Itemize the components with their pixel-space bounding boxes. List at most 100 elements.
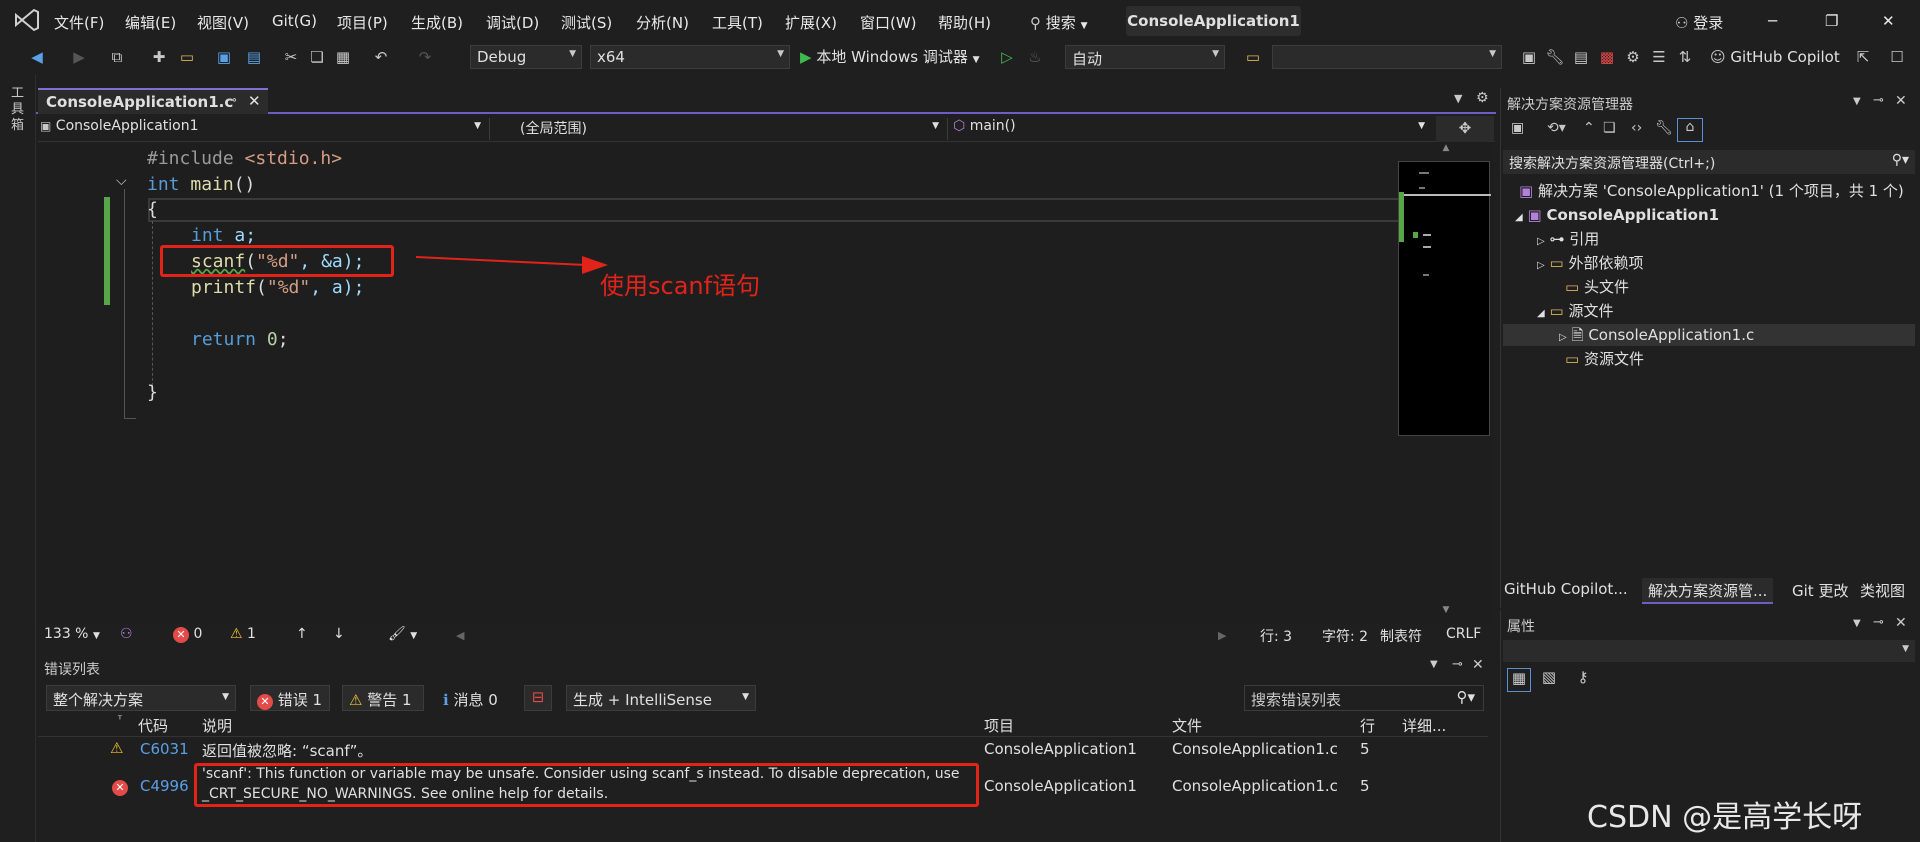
panel-icon[interactable]: ▤ [1570, 46, 1592, 68]
categorized-icon[interactable]: ▦ [1507, 668, 1531, 692]
share-icon[interactable]: ⇱ [1852, 46, 1874, 68]
header-line[interactable]: 行 [1360, 715, 1375, 736]
menu-analyze[interactable]: 分析(N) [636, 12, 689, 33]
split-editor-icon[interactable]: ✥ [1436, 116, 1494, 142]
configuration-select[interactable]: Debug ▼ [470, 45, 582, 69]
health-icon[interactable]: ⚇ [120, 626, 133, 642]
scroll-left-icon[interactable]: ◀ [456, 629, 464, 642]
paste-icon[interactable]: ▦ [332, 46, 354, 68]
project-dropdown[interactable]: ▣ ConsoleApplication1 ▼ [40, 118, 490, 140]
scroll-down-icon[interactable]: ▼ [1398, 605, 1494, 619]
history-icon[interactable]: ⟲▾ [1547, 120, 1566, 136]
tab-overflow-icon[interactable]: ▼ [1454, 92, 1462, 105]
tree-resource-files[interactable]: ▭ 资源文件 [1565, 348, 1644, 370]
menu-file[interactable]: 文件(F) [54, 12, 104, 33]
properties-object-select[interactable]: ▼ [1503, 640, 1915, 662]
start-debugger-button[interactable]: ▶ 本地 Windows 调试器 ▼ [800, 46, 980, 67]
collapse-icon[interactable]: ⌃ [1583, 120, 1595, 136]
messages-filter-button[interactable]: ℹ 消息 0 [436, 685, 520, 711]
tab-class-view[interactable]: 类视图 [1860, 580, 1905, 601]
copy-icon[interactable]: ❏ [306, 46, 328, 68]
menu-help[interactable]: 帮助(H) [938, 12, 991, 33]
redo-icon[interactable]: ↷ [414, 46, 436, 68]
header-file[interactable]: 文件 [1172, 715, 1202, 736]
settings-gear-icon[interactable]: ⚙ [1476, 90, 1489, 106]
next-issue-icon[interactable]: ↓ [333, 626, 345, 642]
row-code[interactable]: C6031 [140, 740, 189, 758]
empty-select[interactable]: ▼ [1272, 45, 1502, 69]
align-icon[interactable]: ☰ [1648, 46, 1670, 68]
search-button[interactable]: ⚲ 搜索 ▼ [1030, 12, 1088, 33]
menu-tools[interactable]: 工具(T) [712, 12, 763, 33]
feedback-icon[interactable]: ☐ [1886, 46, 1908, 68]
alphabetical-icon[interactable]: ▧ [1537, 668, 1561, 692]
table-row[interactable]: ⚠ C6031 返回值被忽略: “scanf”。 ConsoleApplicat… [38, 739, 1488, 761]
eol-indicator[interactable]: CRLF [1446, 626, 1481, 642]
minimap-viewport[interactable] [1398, 161, 1491, 436]
warnings-filter-button[interactable]: ⚠ 警告 1 [342, 685, 424, 711]
editor-minimap[interactable]: ▲ ▼ [1398, 143, 1494, 623]
tree-solution[interactable]: ▣ 解决方案 'ConsoleApplication1' (1 个项目，共 1 … [1519, 180, 1904, 202]
header-project[interactable]: 项目 [984, 715, 1014, 736]
tabs-indicator[interactable]: 制表符 [1380, 626, 1422, 646]
undo-icon[interactable]: ↶ [370, 46, 392, 68]
cut-icon[interactable]: ✂ [280, 46, 302, 68]
sort-icon[interactable]: ⇅ [1674, 46, 1696, 68]
error-search-input[interactable]: 搜索错误列表 ⚲▾ [1244, 685, 1484, 711]
header-description[interactable]: 说明 [202, 715, 232, 736]
tree-references[interactable]: ▷ ⊶ 引用 [1537, 228, 1599, 250]
login-button[interactable]: ⚇ 登录 [1675, 12, 1723, 33]
close-window-button[interactable]: ✕ [1882, 12, 1895, 30]
menu-project[interactable]: 项目(P) [337, 12, 388, 33]
member-dropdown[interactable]: ⬡ main() ▼ [953, 118, 1433, 140]
tree-external-deps[interactable]: ▷ ▭ 外部依赖项 [1537, 252, 1643, 274]
tree-header-files[interactable]: ▭ 头文件 [1565, 276, 1629, 298]
close-icon[interactable]: ✕ [1895, 93, 1907, 109]
header-code[interactable]: 代码 [138, 715, 168, 736]
restore-button[interactable]: ❐ [1825, 12, 1838, 30]
copy-icon[interactable]: ❏ [1603, 120, 1616, 136]
toolbox-tab[interactable]: 工具箱 [11, 86, 27, 134]
wrench-icon[interactable]: 🔧︎ [1655, 120, 1673, 136]
solution-search-input[interactable]: 搜索解决方案资源管理器(Ctrl+;) ⚲▾ [1503, 150, 1915, 174]
open-folder-icon[interactable]: ▭ [176, 46, 198, 68]
menu-build[interactable]: 生成(B) [411, 12, 463, 33]
preview-icon[interactable]: ⌂ [1677, 118, 1703, 142]
menu-git[interactable]: Git(G) [272, 12, 317, 30]
filter-icon[interactable]: ⊟ [524, 685, 552, 711]
user-settings-icon[interactable]: ⚙ [1622, 46, 1644, 68]
close-icon[interactable]: ✕ [1472, 657, 1484, 673]
toolbox-icon[interactable]: ▩ [1596, 46, 1618, 68]
new-item-icon[interactable]: ✚ [148, 46, 170, 68]
hot-reload-icon[interactable]: ♨ [1024, 46, 1046, 68]
tab-git-changes[interactable]: Git 更改 [1792, 580, 1848, 601]
pin-icon[interactable]: ⊸ [1873, 93, 1884, 108]
save-all-icon[interactable]: ▤ [243, 46, 265, 68]
folder-icon[interactable]: ▭ [1242, 46, 1264, 68]
window-icon[interactable]: ▣ [1518, 46, 1540, 68]
code-editor[interactable]: ⌵ #include <stdio.h> int main() { int a;… [38, 143, 1433, 623]
panel-menu-icon[interactable]: ▼ [1853, 96, 1861, 107]
cleanup-brush-icon[interactable]: 🖌︎ ▼ [388, 626, 417, 642]
forward-icon[interactable]: ▶ [68, 46, 90, 68]
errors-filter-button[interactable]: ✕ 错误 1 [250, 685, 330, 711]
zoom-select[interactable]: 133 % ▼ [44, 626, 100, 642]
platform-select[interactable]: x64 ▼ [590, 45, 790, 69]
panel-menu-icon[interactable]: ▼ [1853, 618, 1861, 629]
auto-select[interactable]: 自动 ▼ [1065, 45, 1225, 69]
menu-view[interactable]: 视图(V) [197, 12, 249, 33]
property-pages-icon[interactable]: ⚷ [1571, 668, 1595, 692]
tree-source-files[interactable]: ◢ ▭ 源文件 [1537, 300, 1613, 322]
start-without-debug-icon[interactable]: ▷ [996, 46, 1018, 68]
tree-project[interactable]: ◢ ▣ ConsoleApplication1 [1515, 204, 1719, 226]
minimize-button[interactable]: ─ [1768, 12, 1777, 30]
menu-extensions[interactable]: 扩展(X) [785, 12, 837, 33]
wrench-icon[interactable]: 🔧︎ [1544, 46, 1566, 68]
pin-icon[interactable]: ⊸ [1873, 615, 1884, 630]
pin-icon[interactable]: ⊸ [226, 93, 237, 108]
save-icon[interactable]: ▣ [213, 46, 235, 68]
switch-view-icon[interactable]: ▣ [1511, 120, 1524, 136]
back-icon[interactable]: ◀ [26, 46, 48, 68]
github-copilot-button[interactable]: ☺ GitHub Copilot [1710, 48, 1840, 66]
code-icon[interactable]: ‹› [1631, 120, 1642, 136]
